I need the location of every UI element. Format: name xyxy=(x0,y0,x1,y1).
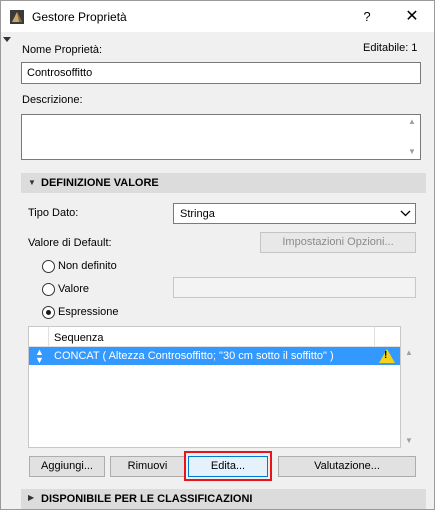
remove-button[interactable]: Rimuovi xyxy=(110,456,185,477)
radio-undefined[interactable] xyxy=(42,260,55,273)
expanded-arrow-icon: ▼ xyxy=(28,178,36,187)
definition-section-header[interactable]: ▼ DEFINIZIONE VALORE xyxy=(21,173,426,193)
radio-expression[interactable] xyxy=(42,306,55,319)
options-settings-button[interactable]: Impostazioni Opzioni... xyxy=(260,232,416,253)
add-button[interactable]: Aggiungi... xyxy=(29,456,105,477)
sequence-list[interactable]: Sequenza ▲ ▼ CONCAT ( Altezza Controsoffi… xyxy=(28,326,401,448)
editable-indicator: Editabile: 1 xyxy=(363,42,418,54)
scroll-up-icon[interactable]: ▲ xyxy=(401,346,417,360)
sequence-column-header: Sequenza xyxy=(54,332,104,344)
data-type-select[interactable]: Stringa xyxy=(173,203,416,224)
title-bar: Gestore Proprietà ? ✕ xyxy=(1,1,434,32)
scroll-down-icon[interactable]: ▼ xyxy=(404,145,420,159)
description-scrollbar[interactable]: ▲ ▼ xyxy=(404,115,420,159)
edit-button-highlight xyxy=(184,451,272,481)
app-icon xyxy=(10,10,24,24)
window-title: Gestore Proprietà xyxy=(32,10,127,24)
data-type-label: Tipo Dato: xyxy=(28,207,79,219)
property-manager-window: Gestore Proprietà ? ✕ Nome Proprietà: Ed… xyxy=(0,0,435,510)
column-separator xyxy=(374,327,375,347)
classification-section-header[interactable]: ▶ DISPONIBILE PER LE CLASSIFICAZIONI xyxy=(21,489,426,509)
radio-value-label[interactable]: Valore xyxy=(58,283,89,295)
evaluate-button[interactable]: Valutazione... xyxy=(278,456,416,477)
radio-undefined-label[interactable]: Non definito xyxy=(58,260,117,272)
default-value-label: Valore di Default: xyxy=(28,237,112,249)
scroll-up-icon[interactable]: ▲ xyxy=(404,115,420,129)
sequence-scrollbar[interactable]: ▲ ▼ xyxy=(401,346,417,448)
close-button[interactable]: ✕ xyxy=(389,1,435,32)
radio-value[interactable] xyxy=(42,283,55,296)
description-label: Descrizione: xyxy=(22,94,83,106)
name-field-value: Controsoffitto xyxy=(27,67,93,79)
warning-mark: ! xyxy=(384,350,388,361)
collapse-marker-icon[interactable] xyxy=(3,37,11,42)
collapsed-arrow-icon: ▶ xyxy=(28,493,35,502)
scroll-down-icon[interactable]: ▼ xyxy=(401,434,417,448)
column-separator xyxy=(48,327,49,347)
sequence-row-text: CONCAT ( Altezza Controsoffitto; "30 cm … xyxy=(54,350,334,362)
data-type-value: Stringa xyxy=(180,208,215,220)
name-label: Nome Proprietà: xyxy=(22,44,103,56)
help-button[interactable]: ? xyxy=(344,1,390,32)
reorder-handle-icon[interactable]: ▲ ▼ xyxy=(35,348,44,365)
sequence-list-header: Sequenza xyxy=(29,327,400,347)
name-field[interactable]: Controsoffitto xyxy=(21,62,421,84)
sequence-row[interactable]: ▲ ▼ CONCAT ( Altezza Controsoffitto; "30 … xyxy=(29,347,400,365)
classification-section-title: DISPONIBILE PER LE CLASSIFICAZIONI xyxy=(41,493,253,505)
chevron-down-icon xyxy=(400,206,411,223)
default-value-input[interactable] xyxy=(173,277,416,298)
radio-expression-label[interactable]: Espressione xyxy=(58,306,119,318)
definition-section-title: DEFINIZIONE VALORE xyxy=(41,177,159,189)
description-field[interactable]: ▲ ▼ xyxy=(21,114,421,160)
